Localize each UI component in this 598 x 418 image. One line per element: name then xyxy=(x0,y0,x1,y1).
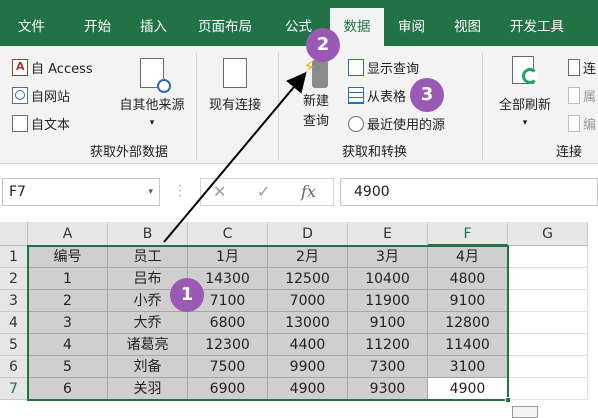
tab-home[interactable]: 开始 xyxy=(76,8,119,46)
column-header-b[interactable]: B xyxy=(108,222,188,246)
refresh-icon xyxy=(510,56,540,90)
row-header-2[interactable]: 2 xyxy=(0,268,28,290)
column-header-f[interactable]: F xyxy=(428,222,508,246)
edit-links-button[interactable]: 编 xyxy=(568,114,596,133)
column-header-d[interactable]: D xyxy=(268,222,348,246)
cancel-icon[interactable]: ✕ xyxy=(213,182,226,201)
edit-links-label: 编 xyxy=(583,118,597,133)
select-all-corner[interactable] xyxy=(0,222,28,246)
from-access-label: 自 Access xyxy=(31,62,93,77)
from-table-label: 从表格 xyxy=(367,90,407,105)
new-query-button[interactable]: ⚡ 新建 查询 xyxy=(288,56,344,132)
row-header-7[interactable]: 7 xyxy=(0,378,28,400)
tab-page-layout[interactable]: 页面布局 xyxy=(190,8,260,46)
formula-bar-grip: · · · xyxy=(178,179,182,203)
callout-1: 1 xyxy=(170,278,204,312)
recent-sources-icon xyxy=(348,115,364,132)
cell-empty[interactable] xyxy=(508,312,588,334)
insert-function-button[interactable]: fx xyxy=(301,182,316,201)
tab-insert[interactable]: 插入 xyxy=(132,8,175,46)
from-other-sources-button[interactable]: 自其他来源 ▾ xyxy=(112,56,192,130)
properties-icon xyxy=(568,87,580,104)
existing-connections-icon xyxy=(223,58,247,88)
dropdown-arrow-icon: ▾ xyxy=(522,118,528,128)
row-header-4[interactable]: 4 xyxy=(0,312,28,334)
other-sources-label: 自其他来源 xyxy=(119,98,185,113)
web-icon xyxy=(12,87,28,104)
ribbon-tab-bar: 文件 开始 插入 页面布局 公式 数据 审阅 视图 开发工具 xyxy=(0,0,598,46)
from-web-button[interactable]: 自网站 xyxy=(12,86,70,105)
fill-handle[interactable] xyxy=(505,397,511,403)
from-table-button[interactable]: 从表格 xyxy=(348,86,406,105)
other-sources-icon xyxy=(140,58,171,93)
column-header-c[interactable]: C xyxy=(188,222,268,246)
row-header-5[interactable]: 5 xyxy=(0,334,28,356)
cell-empty[interactable] xyxy=(508,334,588,356)
formula-bar-buttons: ✕ ✓ fx xyxy=(200,178,334,206)
from-access-button[interactable]: A 自 Access xyxy=(12,58,93,77)
dropdown-arrow-icon: ▾ xyxy=(148,187,153,197)
group-label-get-transform: 获取和转换 xyxy=(342,145,408,160)
show-queries-label: 显示查询 xyxy=(367,62,420,77)
refresh-all-label: 全部刷新 xyxy=(498,98,551,113)
existing-connections-label: 现有连接 xyxy=(208,98,261,113)
formula-bar: F7 ▾ · · · ✕ ✓ fx 4900 xyxy=(0,178,598,208)
cell-empty[interactable] xyxy=(508,356,588,378)
group-label-get-external-data: 获取外部数据 xyxy=(90,145,169,160)
properties-label: 属 xyxy=(583,90,597,105)
new-query-label-line1: 新建 xyxy=(302,94,329,109)
ribbon-separator xyxy=(278,52,279,160)
show-queries-button[interactable]: 显示查询 xyxy=(348,58,419,77)
tab-developer[interactable]: 开发工具 xyxy=(502,8,572,46)
selection-range-border xyxy=(27,245,509,401)
access-icon: A xyxy=(12,59,28,76)
callout-3: 3 xyxy=(410,78,444,112)
from-text-label: 自文本 xyxy=(31,118,71,133)
tab-review[interactable]: 审阅 xyxy=(390,8,433,46)
ribbon-panel: A 自 Access 自网站 自文本 自其他来源 ▾ 获取外部数据 现有连接 ⚡… xyxy=(0,46,598,164)
cell-empty[interactable] xyxy=(508,290,588,312)
cell-empty[interactable] xyxy=(508,246,588,268)
row-header-1[interactable]: 1 xyxy=(0,246,28,268)
cell-empty[interactable] xyxy=(508,378,588,400)
row-header-3[interactable]: 3 xyxy=(0,290,28,312)
from-text-button[interactable]: 自文本 xyxy=(12,114,70,133)
column-header-a[interactable]: A xyxy=(28,222,108,246)
name-box[interactable]: F7 ▾ xyxy=(2,178,160,206)
column-header-g[interactable]: G xyxy=(508,222,588,246)
enter-icon[interactable]: ✓ xyxy=(257,182,270,201)
from-web-label: 自网站 xyxy=(31,90,71,105)
callout-2: 2 xyxy=(306,28,340,62)
ribbon-separator xyxy=(196,52,197,160)
tab-view[interactable]: 视图 xyxy=(446,8,489,46)
recent-sources-label: 最近使用的源 xyxy=(367,118,446,133)
ribbon-separator xyxy=(482,52,483,160)
dropdown-arrow-icon: ▾ xyxy=(149,118,155,128)
name-box-value: F7 xyxy=(9,184,26,200)
row-header-6[interactable]: 6 xyxy=(0,356,28,378)
show-queries-icon xyxy=(348,59,364,76)
cell-empty[interactable] xyxy=(508,268,588,290)
tab-file[interactable]: 文件 xyxy=(10,8,53,46)
connections-icon xyxy=(568,59,580,76)
existing-connections-button[interactable]: 现有连接 xyxy=(202,56,268,116)
column-header-e[interactable]: E xyxy=(348,222,428,246)
edit-links-icon xyxy=(568,115,580,132)
recent-sources-button[interactable]: 最近使用的源 xyxy=(348,114,445,133)
group-label-connections: 连接 xyxy=(556,145,583,160)
table-icon xyxy=(348,87,364,104)
new-query-label-line2: 查询 xyxy=(302,114,329,129)
connections-label: 连 xyxy=(583,62,597,77)
text-file-icon xyxy=(12,115,28,132)
connections-button[interactable]: 连 xyxy=(568,58,596,77)
formula-input[interactable]: 4900 xyxy=(340,178,598,206)
quick-analysis-icon[interactable] xyxy=(512,406,538,418)
properties-button[interactable]: 属 xyxy=(568,86,596,105)
refresh-all-button[interactable]: 全部刷新 ▾ xyxy=(488,56,562,130)
